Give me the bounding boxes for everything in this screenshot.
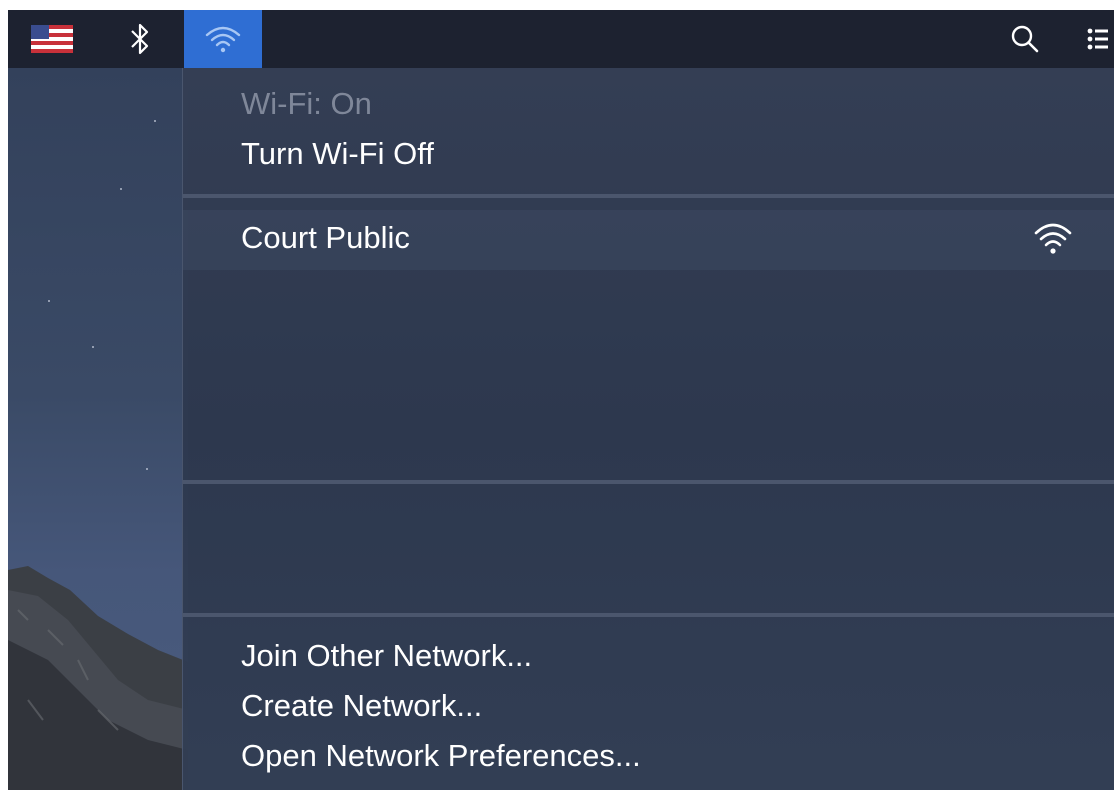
search-icon [1011,25,1039,53]
spotlight-button[interactable] [1002,10,1048,68]
menu-separator [183,613,1114,617]
list-icon [1087,28,1108,50]
menu-separator [183,194,1114,198]
create-network-item[interactable]: Create Network... [241,688,482,724]
wifi-dropdown-menu: Wi-Fi: On Turn Wi-Fi Off Court Public Jo… [182,68,1114,790]
wallpaper [8,68,188,790]
input-source-menu[interactable] [26,10,78,68]
menu-bar [8,10,1114,68]
network-item-court-public[interactable]: Court Public [183,210,1114,270]
wifi-icon [205,26,241,53]
bluetooth-menu[interactable] [120,10,160,68]
mountain-image [8,566,188,790]
wifi-signal-icon [1034,223,1072,254]
wifi-status-label: Wi-Fi: On [241,86,372,121]
bluetooth-icon [131,23,149,55]
open-network-preferences-item[interactable]: Open Network Preferences... [241,738,641,774]
menu-separator [183,480,1114,484]
network-name: Court Public [241,220,410,255]
desktop: Wi-Fi: On Turn Wi-Fi Off Court Public Jo… [8,10,1114,790]
join-other-network-item[interactable]: Join Other Network... [241,638,532,674]
notification-center-button[interactable] [1080,10,1114,68]
us-flag-icon [31,25,73,53]
turn-wifi-off-item[interactable]: Turn Wi-Fi Off [241,136,434,172]
wifi-menu-extra[interactable] [184,10,262,68]
